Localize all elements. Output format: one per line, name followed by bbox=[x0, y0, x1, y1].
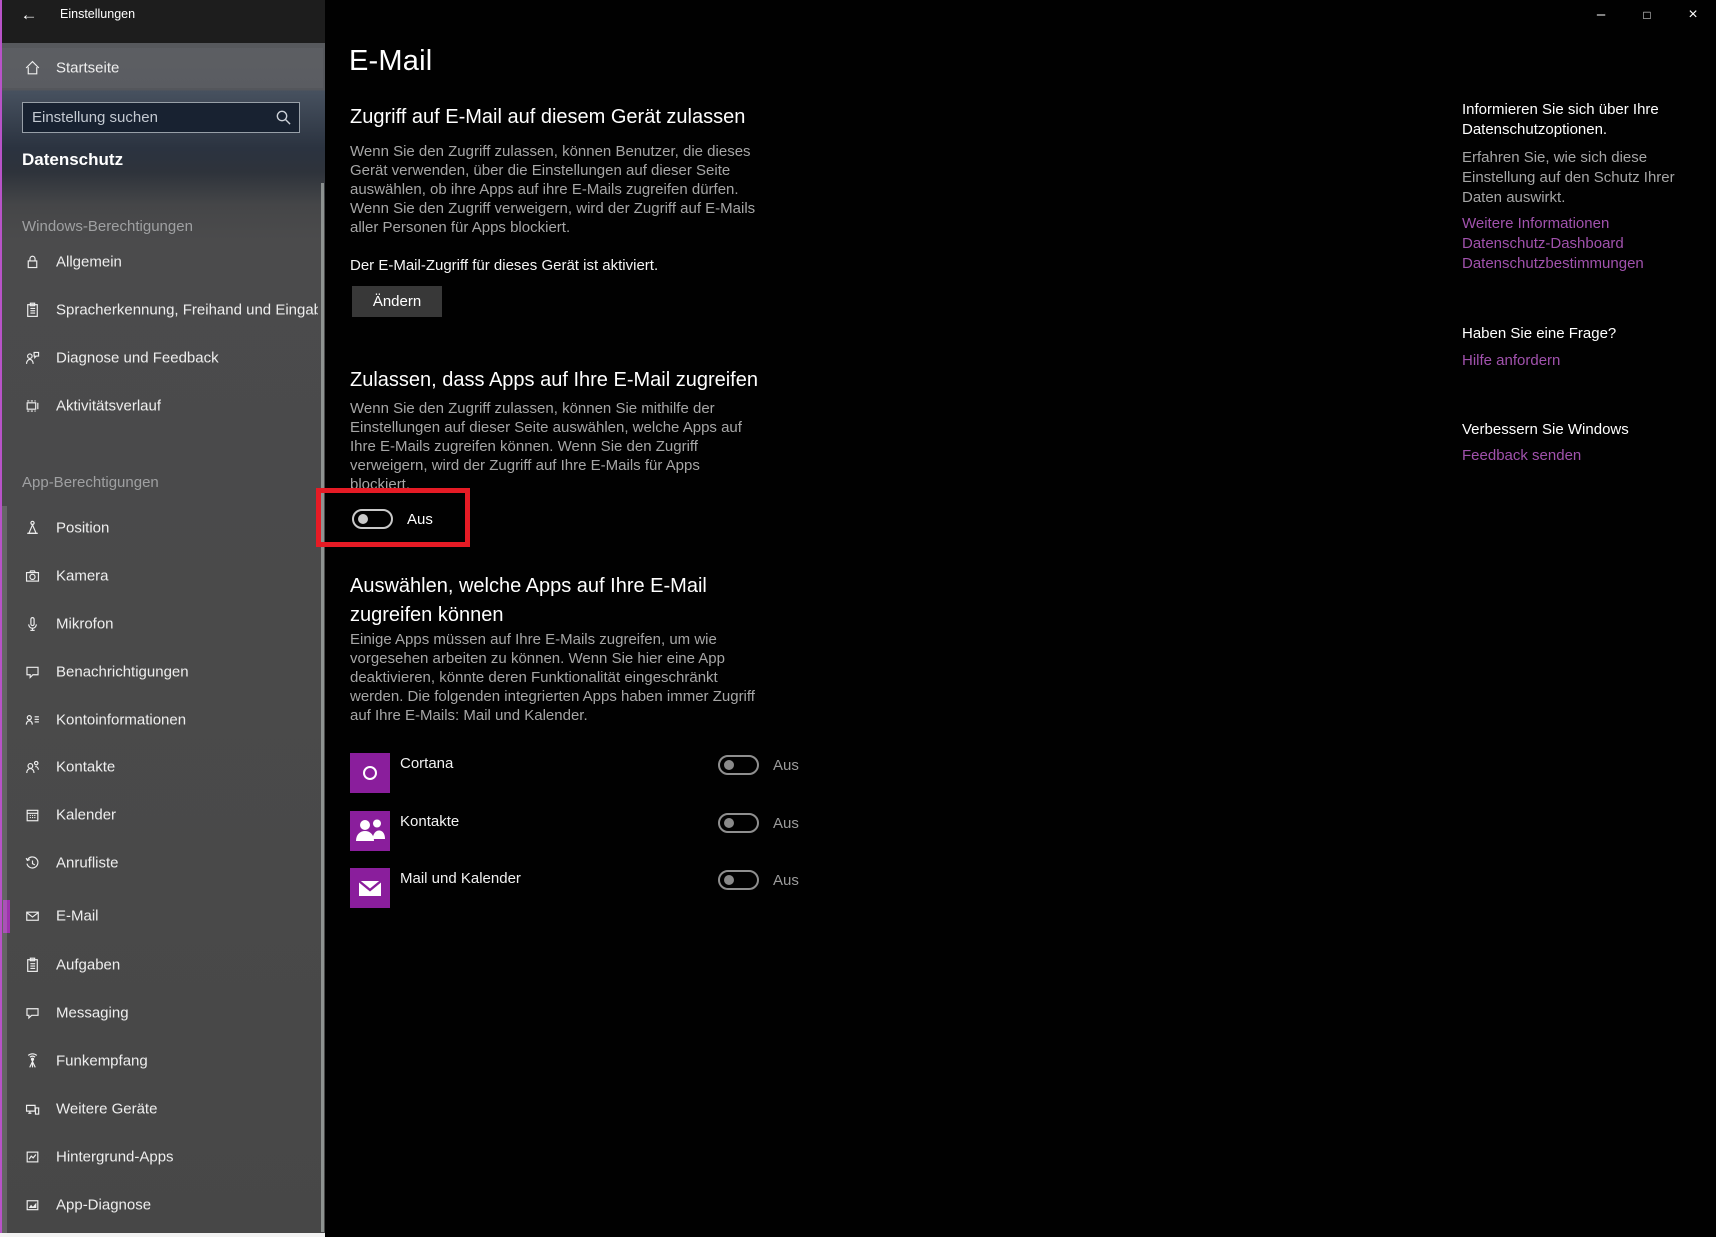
sidebar-item-anrufliste[interactable]: Anrufliste bbox=[0, 846, 323, 880]
sidebar-item-benachrichtigungen[interactable]: Benachrichtigungen bbox=[0, 655, 323, 689]
messaging-icon bbox=[24, 1005, 41, 1022]
app-name: Kontakte bbox=[400, 813, 460, 830]
apps-section-heading: Auswählen, welche Apps auf Ihre E-Mail z… bbox=[350, 575, 707, 626]
link-hilfe-anfordern[interactable]: Hilfe anfordern bbox=[1462, 351, 1714, 371]
access-section-heading: Zugriff auf E-Mail auf diesem Gerät zula… bbox=[350, 106, 746, 128]
sidebar-item-allgemein[interactable]: Allgemein bbox=[0, 245, 323, 279]
link-feedback-senden[interactable]: Feedback senden bbox=[1462, 446, 1714, 466]
privacy-info-heading: Informieren Sie sich über Ihre Datenschu… bbox=[1462, 101, 1659, 138]
sidebar-item-weitere-geraete[interactable]: Weitere Geräte bbox=[0, 1092, 323, 1126]
app-name: Mail und Kalender bbox=[400, 870, 521, 887]
app-diagnostics-icon bbox=[24, 1197, 41, 1214]
search-input[interactable] bbox=[22, 102, 300, 133]
clipboard-icon bbox=[24, 302, 41, 319]
email-icon bbox=[24, 908, 41, 925]
microphone-icon bbox=[24, 616, 41, 633]
toggle-knob bbox=[724, 818, 734, 828]
window-title: Einstellungen bbox=[60, 7, 136, 21]
back-arrow-icon: ← bbox=[20, 5, 38, 24]
link-weitere-informationen[interactable]: Weitere Informationen bbox=[1462, 214, 1714, 234]
home-icon bbox=[24, 60, 41, 77]
sidebar-item-diagnose-feedback[interactable]: Diagnose und Feedback bbox=[0, 341, 323, 375]
sidebar-item-aktivitaetsverlauf[interactable]: Aktivitätsverlauf bbox=[0, 389, 323, 423]
sidebar-item-mikrofon[interactable]: Mikrofon bbox=[0, 607, 323, 641]
sidebar-item-email[interactable]: E-Mail bbox=[0, 899, 323, 933]
background-window-bottom bbox=[0, 1233, 325, 1237]
cortana-icon bbox=[350, 753, 390, 793]
location-icon bbox=[24, 520, 41, 537]
toggle-knob bbox=[724, 875, 734, 885]
maximize-icon: □ bbox=[1643, 7, 1651, 22]
cortana-toggle[interactable] bbox=[718, 755, 759, 775]
page-title: E-Mail bbox=[349, 45, 433, 77]
sidebar-item-kalender[interactable]: Kalender bbox=[0, 798, 323, 832]
sidebar-item-kamera[interactable]: Kamera bbox=[0, 559, 323, 593]
improve-heading: Verbessern Sie Windows bbox=[1462, 421, 1629, 438]
kontakte-toggle[interactable] bbox=[718, 813, 759, 833]
radio-icon bbox=[24, 1053, 41, 1070]
settings-sidebar: ← Einstellungen Startseite Datenschutz W… bbox=[0, 0, 325, 1237]
back-button[interactable]: ← bbox=[12, 2, 46, 28]
question-heading: Haben Sie eine Frage? bbox=[1462, 325, 1617, 342]
app-toggle-state: Aus bbox=[773, 815, 799, 832]
sidebar-group-app-berechtigungen: App-Berechtigungen bbox=[22, 474, 159, 491]
minimize-icon: – bbox=[1596, 6, 1606, 23]
access-status: Der E-Mail-Zugriff für dieses Gerät ist … bbox=[350, 257, 659, 274]
app-row-kontakte: Kontakte Aus bbox=[350, 811, 799, 851]
calendar-icon bbox=[24, 807, 41, 824]
people-icon bbox=[350, 811, 390, 851]
lock-icon bbox=[24, 254, 41, 271]
camera-icon bbox=[24, 568, 41, 585]
close-icon: × bbox=[1688, 5, 1698, 23]
call-history-icon bbox=[24, 855, 41, 872]
sidebar-item-messaging[interactable]: Messaging bbox=[0, 996, 323, 1030]
link-datenschutzbestimmungen[interactable]: Datenschutzbestimmungen bbox=[1462, 254, 1714, 274]
apps-section-body: Einige Apps müssen auf Ihre E-Mails zugr… bbox=[350, 631, 755, 724]
toggle-knob bbox=[724, 760, 734, 770]
privacy-info-body: Erfahren Sie, wie sich diese Einstellung… bbox=[1462, 149, 1675, 206]
other-devices-icon bbox=[24, 1101, 41, 1118]
access-section-body: Wenn Sie den Zugriff zulassen, können Be… bbox=[350, 143, 756, 236]
search-icon[interactable] bbox=[275, 109, 292, 126]
sidebar-item-hintergrund-apps[interactable]: Hintergrund-Apps bbox=[0, 1140, 323, 1174]
sidebar-item-spracherkennung[interactable]: Spracherkennung, Freihand und Eingabe bbox=[0, 293, 323, 327]
sidebar-item-label: Startseite bbox=[56, 59, 120, 77]
sidebar-item-startseite[interactable]: Startseite bbox=[0, 48, 323, 88]
allow-section-heading: Zulassen, dass Apps auf Ihre E-Mail zugr… bbox=[350, 369, 758, 391]
background-window-edge bbox=[0, 0, 2, 1237]
app-toggle-state: Aus bbox=[773, 872, 799, 889]
account-info-icon bbox=[24, 712, 41, 729]
sidebar-item-position[interactable]: Position bbox=[0, 511, 323, 545]
person-chat-icon bbox=[24, 350, 41, 367]
contacts-icon bbox=[24, 759, 41, 776]
app-name: Cortana bbox=[400, 755, 454, 772]
allow-section-body: Wenn Sie den Zugriff zulassen, können Si… bbox=[350, 400, 742, 493]
tasks-icon bbox=[24, 957, 41, 974]
sidebar-item-aufgaben[interactable]: Aufgaben bbox=[0, 948, 323, 982]
highlight-annotation-box bbox=[316, 488, 470, 547]
sidebar-scrollbar[interactable] bbox=[321, 183, 324, 1232]
link-datenschutz-dashboard[interactable]: Datenschutz-Dashboard bbox=[1462, 234, 1714, 254]
sidebar-item-funkempfang[interactable]: Funkempfang bbox=[0, 1044, 323, 1078]
activity-history-icon bbox=[24, 398, 41, 415]
sidebar-item-kontoinformationen[interactable]: Kontoinformationen bbox=[0, 703, 323, 737]
background-apps-icon bbox=[24, 1149, 41, 1166]
app-row-mail-kalender: Mail und Kalender Aus bbox=[350, 868, 799, 908]
close-button[interactable]: × bbox=[1670, 0, 1716, 29]
sidebar-group-windows-berechtigungen: Windows-Berechtigungen bbox=[22, 218, 193, 235]
window-controls: – □ × bbox=[1578, 0, 1716, 29]
mail-kalender-toggle[interactable] bbox=[718, 870, 759, 890]
app-toggle-state: Aus bbox=[773, 757, 799, 774]
background-window-strip bbox=[2, 506, 7, 1233]
maximize-button[interactable]: □ bbox=[1624, 0, 1670, 29]
sidebar-item-app-diagnose[interactable]: App-Diagnose bbox=[0, 1188, 323, 1222]
change-button[interactable]: Ändern bbox=[352, 286, 442, 317]
app-row-cortana: Cortana Aus bbox=[350, 753, 799, 793]
sidebar-item-kontakte[interactable]: Kontakte bbox=[0, 750, 323, 784]
settings-search bbox=[22, 102, 300, 133]
notification-icon bbox=[24, 664, 41, 681]
sidebar-section-title: Datenschutz bbox=[22, 150, 124, 169]
mail-icon bbox=[350, 868, 390, 908]
minimize-button[interactable]: – bbox=[1578, 0, 1624, 29]
